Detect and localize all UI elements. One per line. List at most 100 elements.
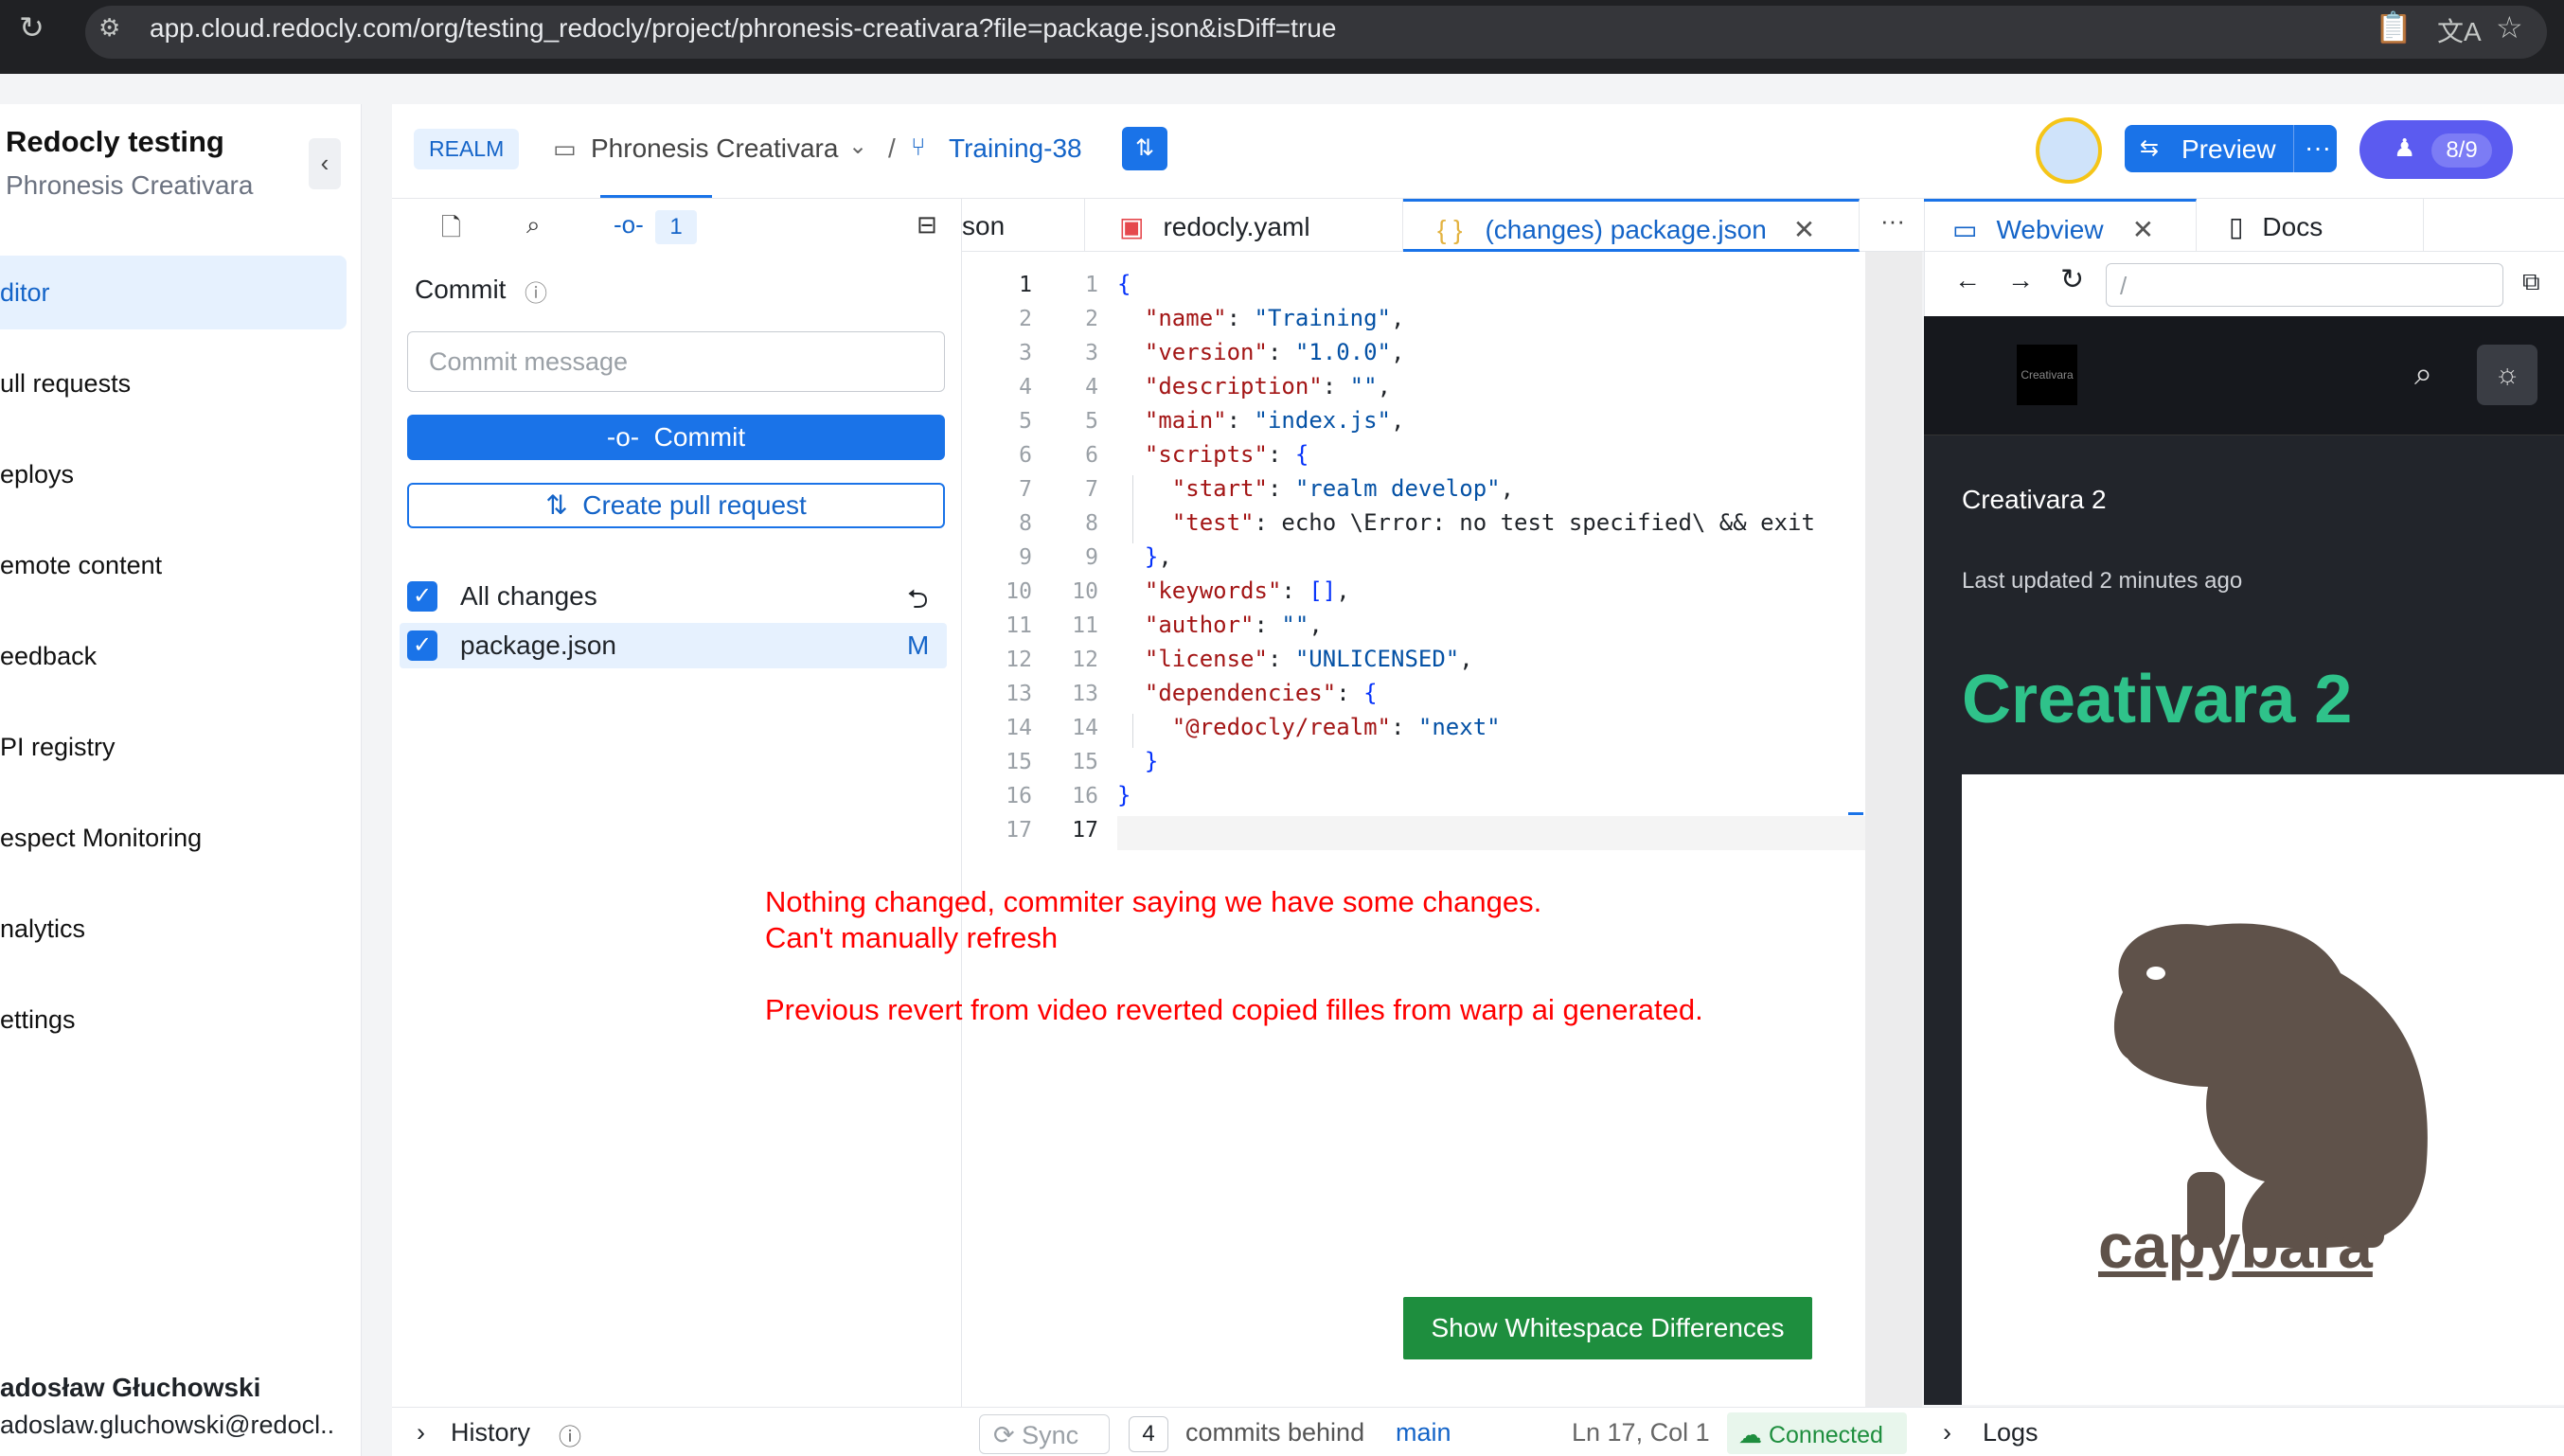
sidebar-item-api-registry[interactable]: PI registry: [0, 710, 347, 784]
code-line[interactable]: "license": "UNLICENSED",: [1117, 646, 1473, 672]
more-tabs-button[interactable]: ···: [1880, 206, 1905, 236]
code-line[interactable]: "test": echo \Error: no test specified\ …: [1117, 509, 1815, 536]
code-line[interactable]: "scripts": {: [1117, 441, 1309, 468]
url-text[interactable]: app.cloud.redocly.com/org/testing_redocl…: [150, 13, 1336, 44]
line-number-left: 2: [1019, 307, 1032, 331]
project-layout-icon: ▭: [553, 134, 577, 163]
close-icon[interactable]: ✕: [2132, 215, 2154, 244]
logs-toggle[interactable]: Logs: [1983, 1418, 2039, 1447]
create-pull-request-button[interactable]: ⇅ Create pull request: [407, 483, 945, 528]
line-number-left: 16: [1006, 784, 1032, 808]
tab-label: (changes) package.json: [1485, 215, 1767, 244]
split-view-icon[interactable]: ⊟: [917, 210, 937, 240]
sidebar-item-remote-content[interactable]: emote content: [0, 528, 347, 602]
all-changes-checkbox[interactable]: ✓: [407, 581, 437, 612]
sidebar-item-respect-monitoring[interactable]: espect Monitoring: [0, 801, 347, 875]
tab-redocly-yaml[interactable]: ▣ redocly.yaml: [1085, 199, 1403, 252]
bookmark-star-icon[interactable]: ☆: [2496, 9, 2523, 45]
notifications-count: 8/9: [2431, 133, 2492, 168]
code-line[interactable]: "main": "index.js",: [1117, 407, 1405, 434]
code-line[interactable]: "version": "1.0.0",: [1117, 339, 1405, 365]
file-name[interactable]: package.json: [460, 630, 616, 661]
last-updated: Last updated 2 minutes ago: [1962, 568, 2243, 594]
pull-request-icon: ⇅: [1134, 135, 1155, 161]
code-line[interactable]: },: [1117, 543, 1172, 570]
line-number-left: 6: [1019, 443, 1032, 468]
back-icon[interactable]: ←: [1954, 265, 1981, 295]
project-switcher[interactable]: Phronesis Creativara: [591, 133, 838, 164]
code-line[interactable]: "@redocly/realm": "next": [1117, 714, 1501, 740]
line-number-right: 11: [1072, 613, 1098, 638]
notifications-button[interactable]: ♟ 8/9: [2359, 120, 2513, 179]
sidebar-item-label: PI registry: [0, 733, 116, 761]
file-checkbox[interactable]: ✓: [407, 630, 437, 661]
sync-button[interactable]: ⟳ Sync: [979, 1414, 1110, 1454]
site-settings-icon[interactable]: ⚙: [98, 13, 120, 43]
open-external-icon[interactable]: ⧉: [2522, 267, 2540, 297]
code-line[interactable]: "start": "realm develop",: [1117, 475, 1514, 502]
help-icon[interactable]: ⓘ: [525, 275, 547, 308]
code-line[interactable]: {: [1117, 271, 1131, 297]
sidebar-item-pull-requests[interactable]: ull requests: [0, 346, 347, 420]
commits-behind-text: commits behind: [1185, 1418, 1365, 1447]
current-line-highlight: [1117, 816, 1865, 850]
help-icon[interactable]: ⓘ: [559, 1418, 581, 1451]
preview-address-input[interactable]: /: [2106, 263, 2503, 307]
avatar[interactable]: [2036, 117, 2102, 184]
commit-button[interactable]: -o- Commit: [407, 415, 945, 460]
code-line[interactable]: "keywords": [],: [1117, 577, 1350, 604]
theme-toggle-button[interactable]: ☼: [2477, 345, 2537, 405]
tab-json[interactable]: son: [962, 199, 1085, 252]
show-whitespace-differences-button[interactable]: Show Whitespace Differences: [1403, 1297, 1812, 1359]
code-line[interactable]: "dependencies": {: [1117, 680, 1378, 706]
sidebar-item-editor[interactable]: ditor: [0, 256, 347, 329]
translate-icon[interactable]: 文A: [2437, 11, 2482, 49]
collapse-sidebar-button[interactable]: ‹: [309, 138, 341, 189]
sidebar-item-label: ettings: [0, 1005, 76, 1034]
tab-label: son: [962, 211, 1006, 240]
active-tab-indicator: [600, 195, 712, 198]
preview-more-button[interactable]: ···: [2305, 133, 2331, 163]
forward-icon[interactable]: →: [2007, 265, 2034, 295]
close-icon[interactable]: ✕: [1793, 215, 1815, 244]
site-logo[interactable]: Creativara: [2017, 345, 2077, 405]
search-icon[interactable]: ⌕: [2414, 356, 2432, 393]
sidebar-item-settings[interactable]: ettings: [0, 983, 347, 1056]
breadcrumb-separator: /: [888, 133, 896, 163]
yaml-file-icon: ▣: [1119, 212, 1145, 241]
sun-icon: ☼: [2494, 359, 2520, 390]
chevron-right-icon[interactable]: ›: [1943, 1418, 1951, 1447]
code-line[interactable]: "name": "Training",: [1117, 305, 1405, 331]
chevron-right-icon[interactable]: ›: [417, 1418, 425, 1447]
search-icon[interactable]: ⌕: [526, 210, 541, 240]
sidebar-item-deploys[interactable]: eploys: [0, 437, 347, 511]
branch-name[interactable]: Training-38: [949, 133, 1082, 164]
tab-docs[interactable]: ▯ Docs: [2197, 199, 2424, 252]
annotation-line-1: Nothing changed, commiter saying we have…: [765, 885, 1542, 918]
preview-label: Preview: [2181, 134, 2276, 164]
clipboard-icon[interactable]: 📋: [2375, 9, 2413, 45]
code-line[interactable]: }: [1117, 782, 1131, 808]
base-branch-link[interactable]: main: [1396, 1418, 1451, 1447]
code-line[interactable]: "author": "",: [1117, 612, 1323, 638]
preview-button[interactable]: ⇆ Preview ···: [2125, 125, 2337, 172]
pull-request-button[interactable]: ⇅: [1122, 127, 1167, 170]
discard-all-icon[interactable]: ⮌: [907, 579, 928, 625]
file-explorer-icon[interactable]: 🗋: [441, 210, 461, 252]
line-number-left: 14: [1006, 716, 1032, 740]
sidebar-item-analytics[interactable]: nalytics: [0, 892, 347, 966]
source-control-icon[interactable]: -o-: [614, 210, 644, 240]
reload-icon[interactable]: ↻: [19, 9, 45, 45]
commit-message-input[interactable]: Commit message: [407, 331, 945, 392]
all-changes-label: All changes: [460, 581, 597, 611]
code-line[interactable]: "description": "",: [1117, 373, 1391, 400]
tab-label: Docs: [2262, 212, 2324, 241]
line-number-right: 6: [1085, 443, 1098, 468]
history-toggle[interactable]: History: [451, 1418, 530, 1447]
tab-changes-package-json[interactable]: { } (changes) package.json ✕: [1403, 199, 1860, 252]
code-line[interactable]: }: [1117, 748, 1158, 774]
chevron-down-icon[interactable]: ⌄: [848, 133, 867, 160]
tab-webview[interactable]: ▭ Webview ✕: [1924, 199, 2197, 252]
sidebar-item-feedback[interactable]: eedback: [0, 619, 347, 693]
refresh-icon[interactable]: ↻: [2060, 263, 2084, 296]
